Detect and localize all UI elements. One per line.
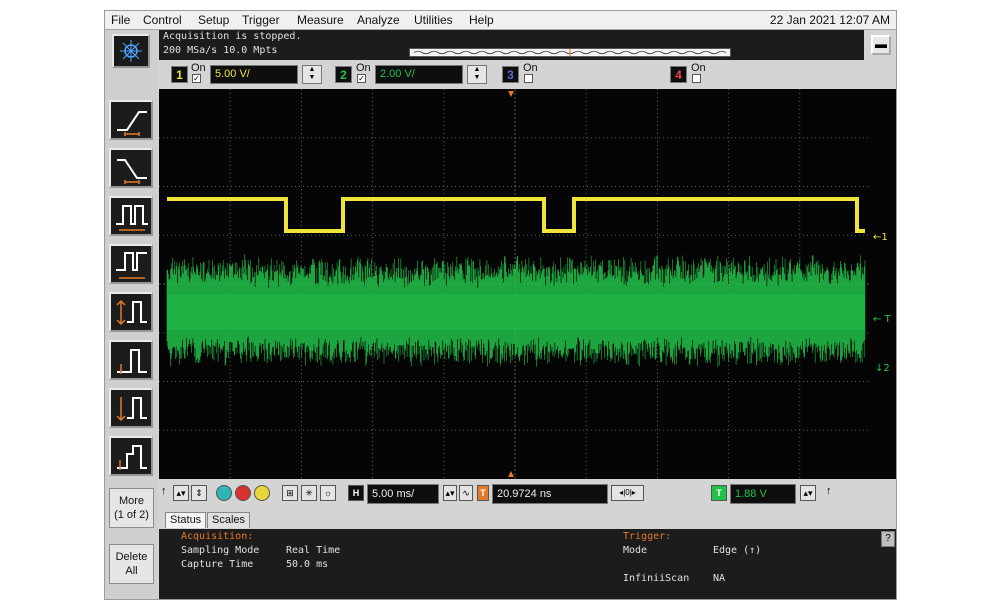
channel-2-on-label: On <box>356 62 371 74</box>
up-arrow-icon[interactable]: ↑ <box>161 485 167 497</box>
menu-bar: File Control Setup Trigger Measure Analy… <box>105 11 896 30</box>
delay-marker-icon: T <box>477 485 489 501</box>
menu-utilities[interactable]: Utilities <box>414 13 453 27</box>
menu-file[interactable]: File <box>111 13 130 27</box>
more-page-label: (1 of 2) <box>114 509 149 521</box>
infiniscan-label: InfiniiScan <box>623 573 690 584</box>
trigger-mode-value: Edge (↑) <box>713 545 762 556</box>
horizontal-control-bar: ↑ ▴▾ ⇕ ⊞ ✳ ☼ H 5.00 ms/ ▴▾ ∿ T 20.9724 n… <box>159 481 896 509</box>
delete-all-button[interactable]: Delete All <box>109 544 154 584</box>
channel-bar: 1 On ✓ 5.00 V/ ▲ ▼ 2 On ✓ 2.00 V/ ▲ ▼ 3 On… <box>159 61 896 87</box>
channel-2-button[interactable]: 2 <box>335 66 352 83</box>
timeout-icon[interactable] <box>109 436 153 476</box>
trigger-mode-label: Mode <box>623 545 648 556</box>
menu-analyze[interactable]: Analyze <box>357 13 400 27</box>
delay-nav-buttons[interactable]: ◂|0|▸ <box>611 485 644 501</box>
setup-hold-icon[interactable] <box>109 340 153 380</box>
runt-icon[interactable] <box>109 292 153 332</box>
oscilloscope-window: File Control Setup Trigger Measure Analy… <box>104 10 897 600</box>
channel-1-button[interactable]: 1 <box>171 66 188 83</box>
channel-1-scale-spinner[interactable]: ▲ ▼ <box>302 65 322 84</box>
glitch-icon[interactable] <box>109 196 153 236</box>
time-scale-spinner[interactable]: ▴▾ <box>443 485 457 501</box>
acquisition-header: Acquisition: <box>181 531 254 542</box>
horizontal-delay[interactable]: 20.9724 ns <box>492 484 608 504</box>
channel-4-on-checkbox[interactable] <box>692 74 701 83</box>
channel-1-level-marker[interactable]: ←1 <box>873 232 888 243</box>
channel-1-on-label: On <box>191 62 206 74</box>
trigger-level[interactable]: 1.88 V <box>730 484 796 504</box>
trigger-toolbar: More (1 of 2) Delete All <box>105 30 158 599</box>
sampling-mode-value: Real Time <box>286 545 341 556</box>
time-scale[interactable]: 5.00 ms/ <box>367 484 439 504</box>
menu-setup[interactable]: Setup <box>198 13 229 27</box>
channel-2-level-marker[interactable]: ↓2 <box>875 363 890 374</box>
capture-time-value: 50.0 ms <box>286 559 329 570</box>
edge-rising-icon[interactable] <box>109 100 153 140</box>
menu-help[interactable]: Help <box>469 13 494 27</box>
pulse-width-icon[interactable] <box>109 244 153 284</box>
transition-icon[interactable] <box>109 388 153 428</box>
channel-1-waveform <box>167 197 865 233</box>
channel-4-on-label: On <box>691 62 706 74</box>
autoscale-icon[interactable]: ⊞ <box>282 485 298 501</box>
waveform-display[interactable] <box>159 89 871 479</box>
trigger-position-marker-top <box>508 91 514 97</box>
acquisition-info-panel: Acquisition is stopped. 200 MSa/s 10.0 M… <box>159 30 864 60</box>
more-button[interactable]: More (1 of 2) <box>109 488 154 528</box>
channel-2-waveform <box>166 254 866 368</box>
channel-2-scale-spinner[interactable]: ▲ ▼ <box>467 65 487 84</box>
pan-button[interactable]: ⇕ <box>191 485 207 501</box>
clear-display-icon[interactable]: ☼ <box>320 485 336 501</box>
horizontal-label: H <box>348 485 364 501</box>
menu-control[interactable]: Control <box>143 13 182 27</box>
channel-3-button[interactable]: 3 <box>502 66 519 83</box>
minimize-button[interactable]: ▬ <box>871 35 891 55</box>
help-button[interactable]: ? <box>881 531 895 547</box>
sample-rate-info: 200 MSa/s 10.0 Mpts <box>163 45 278 56</box>
infiniscan-value: NA <box>713 573 726 584</box>
rising-edge-icon[interactable]: ↑ <box>826 485 832 497</box>
tab-scales[interactable]: Scales <box>207 512 251 528</box>
tab-status[interactable]: Status <box>165 512 207 528</box>
menu-trigger[interactable]: Trigger <box>242 13 280 27</box>
level-markers-column: ←1 ← T ↓2 <box>871 89 896 479</box>
channel-3-on-checkbox[interactable] <box>524 74 533 83</box>
channel-4-button[interactable]: 4 <box>670 66 687 83</box>
channel-1-on-checkbox[interactable]: ✓ <box>192 74 201 83</box>
color-grade-icon[interactable] <box>216 485 232 501</box>
record-icon[interactable] <box>235 485 251 501</box>
status-panel: Acquisition: Sampling Mode Real Time Cap… <box>159 529 896 599</box>
date-time: 22 Jan 2021 12:07 AM <box>769 13 890 27</box>
trigger-label: T <box>711 485 727 501</box>
trigger-level-spinner[interactable]: ▴▾ <box>800 485 816 501</box>
channel-2-scale[interactable]: 2.00 V/ <box>375 65 463 84</box>
trigger-level-marker[interactable]: ← T <box>873 314 891 325</box>
waveform-mode-icon[interactable]: ∿ <box>459 485 473 501</box>
sampling-mode-label: Sampling Mode <box>181 545 260 556</box>
waveform-overview-bar[interactable] <box>409 48 731 57</box>
default-setup-icon[interactable]: ✳ <box>301 485 317 501</box>
acquisition-state: Acquisition is stopped. <box>163 31 302 42</box>
menu-measure[interactable]: Measure <box>297 13 344 27</box>
capture-time-label: Capture Time <box>181 559 254 570</box>
channel-1-scale[interactable]: 5.00 V/ <box>210 65 298 84</box>
more-label: More <box>118 495 145 507</box>
trigger-header: Trigger: <box>623 531 672 542</box>
channel-2-on-checkbox[interactable]: ✓ <box>357 74 366 83</box>
single-icon[interactable] <box>254 485 270 501</box>
trigger-position-marker-bottom <box>508 471 514 477</box>
app-logo-icon[interactable] <box>112 34 150 68</box>
zoom-spinner[interactable]: ▴▾ <box>173 485 189 501</box>
edge-falling-icon[interactable] <box>109 148 153 188</box>
delete-all-label: All <box>125 565 138 577</box>
channel-3-on-label: On <box>523 62 538 74</box>
delete-label: Delete <box>115 551 148 563</box>
